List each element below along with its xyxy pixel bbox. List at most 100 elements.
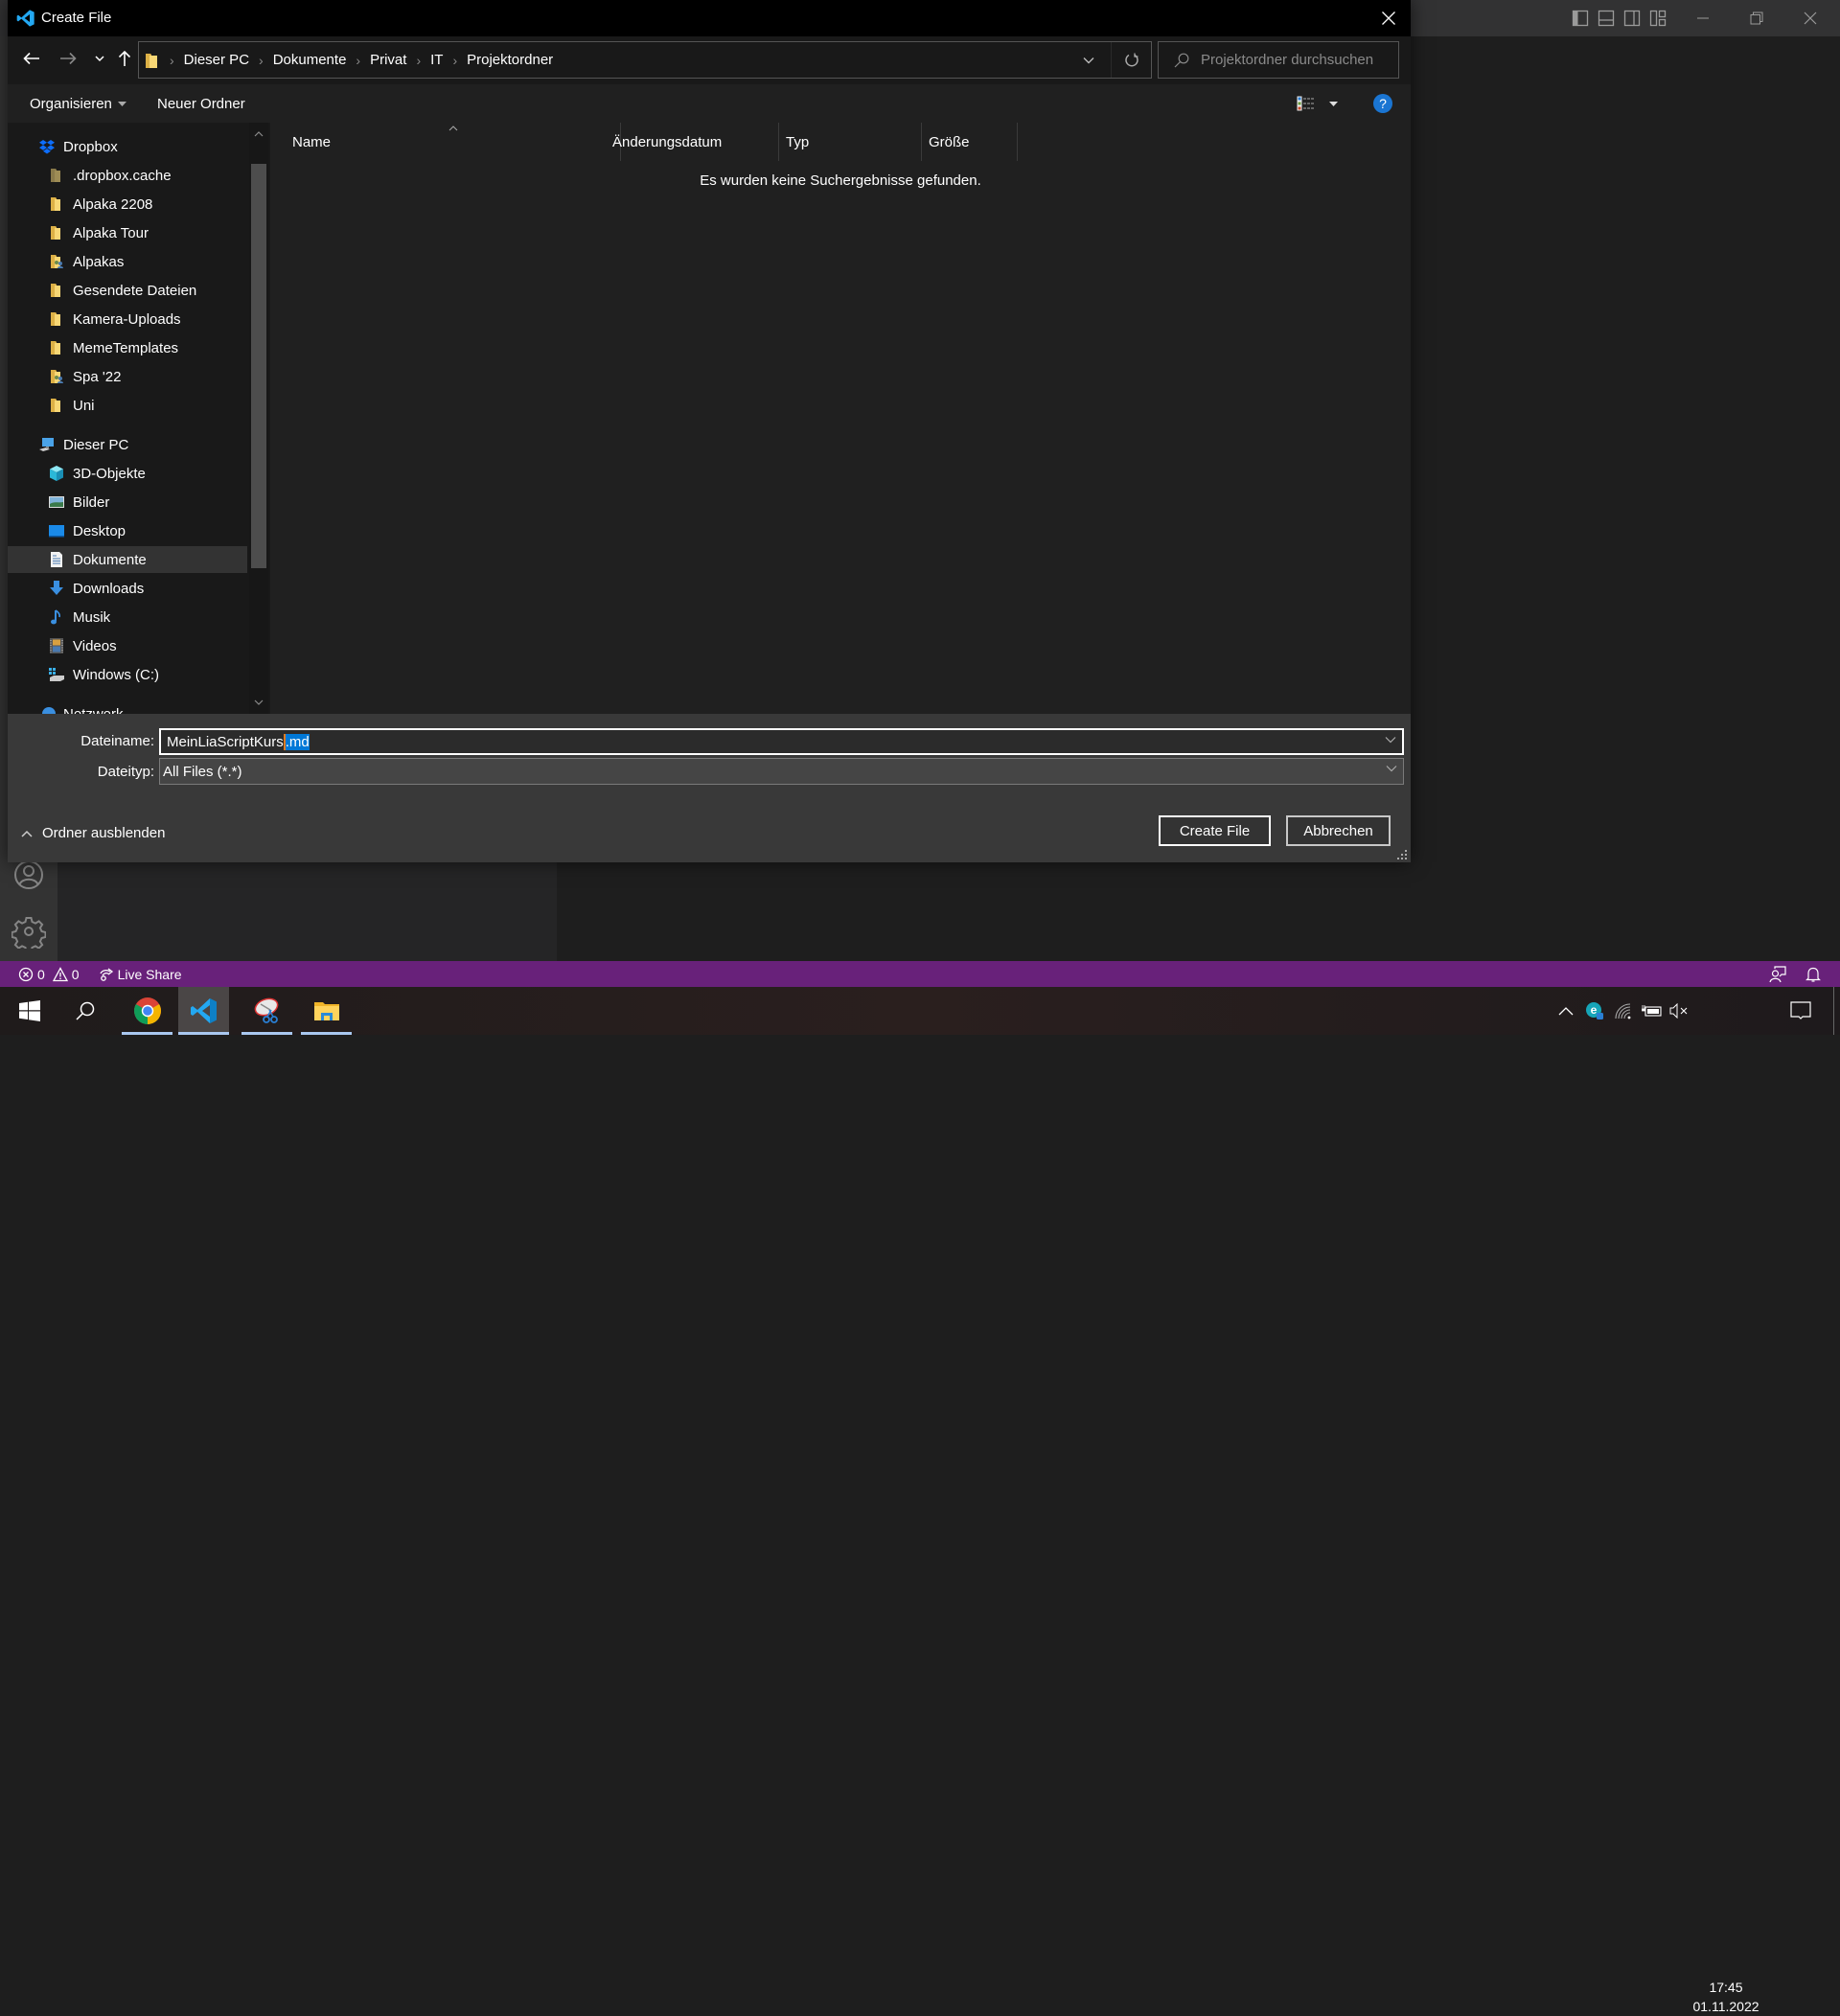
nav-item-videos[interactable]: Videos (8, 632, 247, 659)
customize-layout-icon[interactable] (1649, 10, 1667, 27)
filetype-label: Dateityp: (97, 764, 154, 780)
show-hidden-icons-button[interactable] (1552, 987, 1579, 1035)
notifications-bell-icon[interactable] (1806, 966, 1821, 986)
resize-grip[interactable] (1396, 848, 1408, 859)
breadcrumb-privat[interactable]: Privat (370, 52, 406, 68)
help-icon: ? (1373, 94, 1392, 113)
problems-indicator[interactable]: 0 0 (18, 967, 80, 982)
eset-tray-icon[interactable]: e (1581, 987, 1608, 1035)
search-input[interactable]: Projektordner durchsuchen (1158, 41, 1399, 79)
scrollbar-thumb[interactable] (251, 164, 266, 568)
nav-item-dokumente[interactable]: Dokumente (8, 546, 247, 573)
nav-item-bilder[interactable]: Bilder (8, 489, 247, 515)
live-share-button[interactable]: Live Share (99, 967, 182, 982)
show-desktop-button[interactable] (1833, 987, 1834, 1035)
column-header-type[interactable]: Typ (779, 123, 922, 161)
navigation-pane[interactable]: Dropbox .dropbox.cache Alpaka 2208 Alpak… (8, 123, 268, 714)
scroll-down-arrow[interactable] (249, 693, 268, 712)
battery-icon[interactable] (1639, 987, 1666, 1035)
up-button[interactable] (116, 46, 133, 71)
caret-down-icon (117, 101, 126, 106)
view-options-button[interactable] (1297, 84, 1338, 123)
create-file-button[interactable]: Create File (1159, 815, 1271, 846)
organize-menu-button[interactable]: Organisieren (30, 84, 126, 123)
window-close-button[interactable] (1788, 0, 1832, 36)
nav-item-windows-c[interactable]: Windows (C:) (8, 661, 247, 688)
network-wifi-icon[interactable] (1610, 987, 1637, 1035)
nav-label: Alpakas (73, 253, 125, 270)
search-button[interactable] (59, 987, 110, 1035)
nav-item-alpaka-tour[interactable]: Alpaka Tour (8, 219, 247, 246)
nav-item-memetemplates[interactable]: MemeTemplates (8, 334, 247, 361)
nav-item-gesendete-dateien[interactable]: Gesendete Dateien (8, 277, 247, 304)
back-button[interactable] (19, 46, 44, 71)
nav-item-alpakas[interactable]: Alpakas (8, 248, 247, 275)
nav-item-spa-22[interactable]: Spa '22 (8, 363, 247, 390)
chevron-up-icon (1558, 1007, 1574, 1016)
cancel-button[interactable]: Abbrechen (1286, 815, 1391, 846)
toggle-panel-icon[interactable] (1598, 10, 1615, 27)
help-button[interactable]: ? (1373, 84, 1392, 123)
nav-item-desktop[interactable]: Desktop (8, 517, 247, 544)
column-header-size[interactable]: Größe (922, 123, 1018, 161)
nav-pane-scrollbar[interactable] (249, 123, 268, 714)
gear-icon[interactable] (11, 914, 47, 952)
documents-icon (51, 552, 62, 567)
taskbar-clock[interactable]: 17:45 01.11.2022 (1685, 1978, 1767, 2016)
nav-item-downloads[interactable]: Downloads (8, 575, 247, 602)
taskbar-app-snipping-tool[interactable] (242, 987, 292, 1035)
hide-folders-toggle[interactable]: Ordner ausblenden (21, 825, 165, 841)
new-folder-label: Neuer Ordner (157, 95, 245, 112)
volume-muted-icon[interactable] (1666, 987, 1692, 1035)
taskbar-app-vscode[interactable] (178, 987, 229, 1035)
chevron-down-icon (95, 55, 104, 61)
search-icon (75, 1001, 94, 1020)
breadcrumb-dieser-pc[interactable]: Dieser PC (184, 52, 249, 68)
nav-item-netzwerk[interactable]: Netzwerk (8, 700, 247, 714)
live-share-icon (100, 967, 113, 981)
breadcrumb-dokumente[interactable]: Dokumente (273, 52, 347, 68)
chevron-up-icon (21, 830, 33, 837)
address-history-dropdown[interactable] (1074, 42, 1103, 78)
nav-label: Downloads (73, 580, 145, 597)
nav-item-alpaka-2208[interactable]: Alpaka 2208 (8, 191, 247, 218)
filename-input[interactable]: MeinLiaScriptKurs .md (159, 728, 1404, 755)
nav-item-dropbox[interactable]: Dropbox (8, 133, 247, 160)
start-button[interactable] (4, 987, 55, 1035)
nav-label: Windows (C:) (73, 666, 160, 683)
breadcrumb-projektordner[interactable]: Projektordner (467, 52, 553, 68)
column-header-modified[interactable]: Änderungsdatum (606, 123, 779, 161)
dialog-close-button[interactable] (1367, 0, 1411, 36)
accounts-icon[interactable] (12, 858, 46, 892)
new-folder-button[interactable]: Neuer Ordner (157, 84, 245, 123)
nav-label: MemeTemplates (73, 339, 179, 356)
forward-button[interactable] (56, 46, 80, 71)
toggle-primary-sidebar-icon[interactable] (1572, 10, 1589, 27)
nav-item-dropbox-cache[interactable]: .dropbox.cache (8, 162, 247, 189)
taskbar-app-file-explorer[interactable] (301, 987, 352, 1035)
recent-locations-button[interactable] (92, 46, 107, 71)
taskbar-app-chrome[interactable] (122, 987, 172, 1035)
breadcrumb-it[interactable]: IT (430, 52, 443, 68)
scroll-up-arrow[interactable] (249, 125, 268, 144)
nav-item-musik[interactable]: Musik (8, 604, 247, 630)
restore-button[interactable] (1735, 0, 1779, 36)
nav-item-3d-objekte[interactable]: 3D-Objekte (8, 460, 247, 487)
refresh-button[interactable] (1111, 42, 1151, 78)
arrow-right-icon (60, 52, 77, 65)
toggle-secondary-sidebar-icon[interactable] (1623, 10, 1641, 27)
clock-time: 17:45 (1709, 1980, 1743, 1995)
nav-item-kamera-uploads[interactable]: Kamera-Uploads (8, 306, 247, 332)
filetype-select[interactable]: All Files (*.*) (159, 758, 1404, 785)
action-center-button[interactable] (1784, 987, 1817, 1035)
feedback-icon[interactable] (1769, 966, 1786, 986)
filename-dropdown-icon[interactable] (1385, 733, 1396, 746)
nav-item-dieser-pc[interactable]: Dieser PC (8, 431, 247, 458)
address-bar[interactable]: › Dieser PC › Dokumente › Privat › IT › … (138, 41, 1152, 79)
file-list[interactable]: Name Änderungsdatum Typ Größe Es wurden … (270, 123, 1411, 714)
nav-item-uni[interactable]: Uni (8, 392, 247, 419)
folder-shared-icon (51, 370, 63, 383)
search-icon (1174, 53, 1189, 67)
dialog-bottom-panel: Dateiname: MeinLiaScriptKurs .md Dateityp… (8, 714, 1411, 862)
minimize-button[interactable] (1681, 0, 1725, 36)
